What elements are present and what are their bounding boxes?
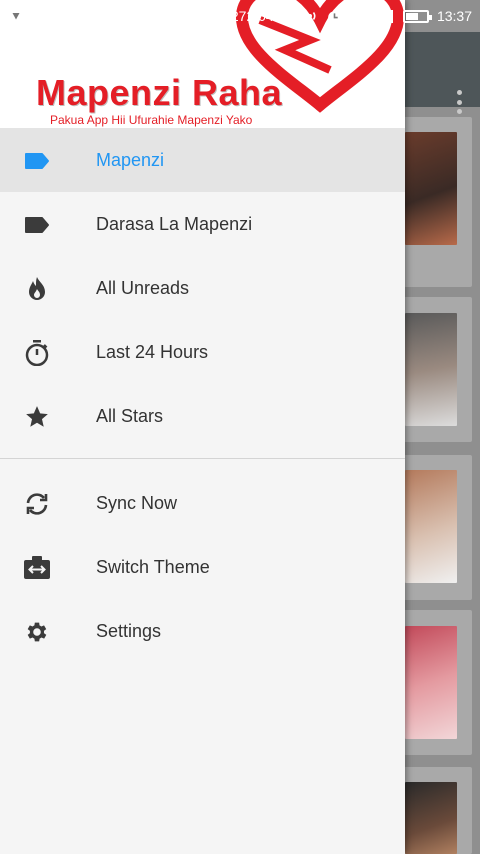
drawer-item-label: All Stars [96,405,164,426]
drawer-menu: Mapenzi Darasa La Mapenzi All Unreads La… [0,128,405,663]
background-thumbnail [405,782,457,854]
star-icon [22,404,52,430]
background-thumbnail [405,313,457,426]
drawer-item-all-stars[interactable]: All Stars [0,384,405,448]
hotspot-icon [65,9,85,23]
background-thumbnail [405,626,457,739]
drawer-item-label: Sync Now [96,492,178,513]
drawer-item-all-unreads[interactable]: All Unreads [0,256,405,320]
sync-icon [22,491,52,517]
drawer-item-switch-theme[interactable]: Switch Theme [0,535,405,599]
switch-theme-icon [22,555,52,581]
whatsapp-icon [36,8,53,24]
drawer-item-label: Mapenzi [96,149,165,170]
drawer-item-label: All Unreads [96,277,190,298]
status-bar: 272.04K/s 13:37 [0,0,480,32]
network-speed: 272.04K/s [230,8,294,24]
background-thumbnail [405,132,457,245]
drawer-item-sync-now[interactable]: Sync Now [0,471,405,535]
drawer-divider [0,458,405,459]
battery-icon [402,9,432,23]
wifi-icon [304,12,316,24]
drawer-item-label: Darasa La Mapenzi [96,213,253,234]
brand-title: Mapenzi Raha [36,72,283,113]
signal-icon [377,10,393,23]
gear-icon [22,619,52,645]
drawer-item-darasa-la-mapenzi[interactable]: Darasa La Mapenzi [0,192,405,256]
drawer-item-settings[interactable]: Settings [0,599,405,663]
signal-icon [351,10,367,23]
drawer-item-label: Switch Theme [96,556,210,577]
label-icon [22,148,52,174]
clock: 13:37 [436,8,472,24]
navigation-drawer: Mapenzi Raha Pakua App Hii Ufurahie Mape… [0,0,405,854]
fire-icon [22,276,52,302]
more-vertical-icon[interactable] [456,90,462,114]
background-thumbnail [405,470,457,583]
drawer-item-last-24-hours[interactable]: Last 24 Hours [0,320,405,384]
vpn-icon [8,8,24,24]
alarm-icon [328,10,341,24]
label-icon [22,212,52,238]
drawer-item-mapenzi[interactable]: Mapenzi [0,128,405,192]
drawer-item-label: Last 24 Hours [96,341,209,362]
drawer-item-label: Settings [96,620,162,641]
brand-subtitle: Pakua App Hii Ufurahie Mapenzi Yako [50,113,253,127]
timer-icon [22,340,52,366]
